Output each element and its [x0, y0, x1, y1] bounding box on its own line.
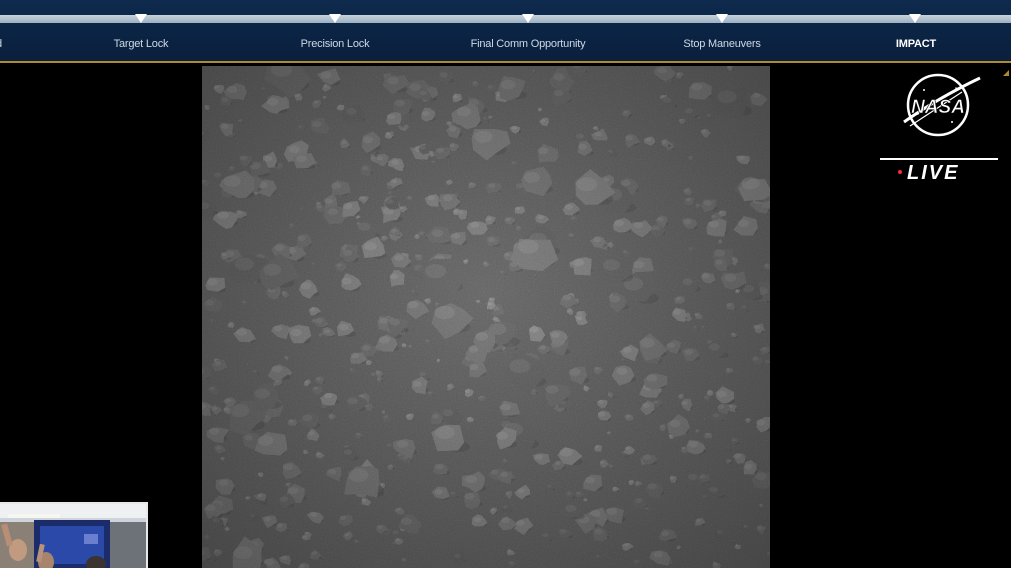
milestone-label-partial: d	[0, 38, 2, 50]
mission-timeline: d Target Lock Precision Lock Final Comm …	[0, 0, 1011, 63]
milestone-marker	[716, 14, 728, 23]
milestone-label-impact: IMPACT	[895, 38, 937, 50]
timeline-progress-fill	[0, 15, 1011, 23]
milestone-marker	[135, 14, 147, 23]
milestone-label-final-comm: Final Comm Opportunity	[470, 38, 586, 50]
milestone-label-stop-maneuvers: Stop Maneuvers	[683, 38, 761, 50]
milestone-marker	[909, 14, 921, 23]
milestone-marker	[329, 14, 341, 23]
timeline-track	[0, 15, 1011, 23]
asteroid-surface-image	[202, 66, 770, 568]
broadcast-screen: d Target Lock Precision Lock Final Comm …	[0, 0, 1011, 568]
milestone-label-target-lock: Target Lock	[113, 38, 169, 50]
milestone-label-precision-lock: Precision Lock	[300, 38, 370, 50]
milestone-marker	[522, 14, 534, 23]
